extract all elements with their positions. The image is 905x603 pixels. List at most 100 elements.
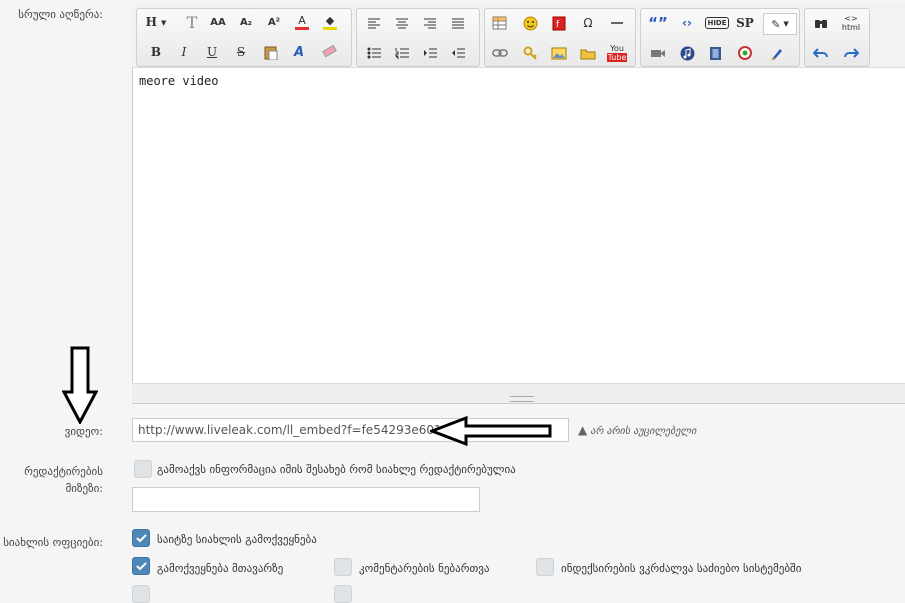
align-right-icon — [424, 18, 436, 29]
subscript-button[interactable]: A₂ — [235, 12, 257, 32]
edit-dropdown-button[interactable]: ✎ ▼ — [763, 13, 797, 35]
eraser-icon — [322, 45, 337, 58]
horizontal-line-icon — [611, 22, 623, 24]
reason-label-line2: მიზეზი: — [65, 482, 103, 495]
toolbar-group-format: H ▼ T AA A₂ A² A ◆ B I U S A — [136, 8, 352, 67]
unlink-button[interactable] — [519, 43, 541, 63]
italic-button[interactable]: I — [173, 42, 195, 62]
resize-grip-icon — [510, 396, 534, 402]
brush-button[interactable] — [765, 43, 787, 63]
strikethrough-button[interactable]: S — [230, 42, 252, 62]
toolbar-group-insert: f Ω You Tube — [484, 8, 636, 67]
table-icon — [492, 16, 507, 30]
code-button[interactable]: ‹› — [676, 13, 698, 33]
video-hint: ▲ არ არის აუცილებელი — [578, 423, 697, 437]
film-button[interactable] — [704, 43, 726, 63]
align-justify-icon — [452, 18, 464, 29]
align-left-icon — [368, 18, 380, 29]
font-size-button[interactable]: AA — [207, 12, 229, 32]
undo-button[interactable] — [810, 43, 832, 63]
option-checkbox-publish[interactable] — [132, 529, 150, 547]
font-color-icon: A — [298, 14, 306, 27]
option-checkbox-extra-1[interactable] — [132, 585, 150, 603]
bold-button[interactable]: B — [145, 42, 167, 62]
font-color-button[interactable]: A — [291, 12, 313, 32]
indent-button[interactable] — [419, 43, 441, 63]
editor-content-area[interactable]: meore video — [132, 68, 905, 383]
align-justify-button[interactable] — [447, 13, 469, 33]
spoiler-button[interactable]: SP — [734, 13, 756, 33]
align-center-icon — [396, 18, 408, 29]
toolbar-group-bbcode: “” ‹› HIDE SP ✎ ▼ — [640, 8, 800, 67]
heading-button[interactable]: H ▼ — [141, 12, 171, 32]
reason-checkbox[interactable] — [134, 460, 152, 478]
option-checkbox-extra-2[interactable] — [334, 585, 352, 603]
reason-label-line1: რედაქტირების — [24, 465, 103, 478]
paint-bucket-icon: ◆ — [325, 14, 335, 27]
binoculars-icon — [815, 20, 827, 28]
clipboard-icon — [264, 46, 278, 60]
video-label: ვიდეო: — [64, 425, 103, 438]
table-button[interactable] — [489, 13, 511, 33]
redo-button[interactable] — [840, 43, 862, 63]
reason-checkbox-label: გამოაქვს ინფორმაცია იმის შესახებ რომ სია… — [157, 463, 516, 476]
outdent-button[interactable] — [447, 43, 469, 63]
source-icon: <> — [844, 13, 858, 23]
audio-button[interactable] — [676, 43, 698, 63]
special-char-button[interactable]: Ω — [577, 13, 599, 33]
youtube-button[interactable]: You Tube — [605, 42, 629, 64]
toolbar-group-align — [356, 8, 480, 67]
video-camera-icon — [651, 50, 665, 57]
horizontal-rule-button[interactable] — [606, 13, 628, 33]
image-button[interactable] — [548, 43, 570, 63]
chevron-down-icon: ▼ — [160, 17, 167, 27]
brush-icon — [770, 48, 782, 60]
editor-text: meore video — [139, 74, 219, 88]
option-label-publish: საიტზე სიახლის გამოქვეყნება — [157, 533, 317, 546]
align-left-button[interactable] — [363, 13, 385, 33]
link-icon — [492, 49, 508, 57]
flash-button[interactable]: f — [548, 13, 570, 33]
numbered-list-button[interactable] — [391, 43, 413, 63]
chevron-down-icon: ▼ — [783, 20, 789, 28]
reason-input[interactable] — [132, 487, 480, 512]
underline-button[interactable]: U — [201, 42, 223, 62]
code-icon: ‹› — [682, 16, 692, 30]
toolbar-group-misc: <> html — [804, 8, 870, 67]
option-label-noindex: ინდექსირების ვკრძალვა საძიებო სისტემებში — [561, 562, 802, 575]
paste-button[interactable] — [260, 42, 282, 62]
option-label-comments: კომენტარების ნებართვა — [359, 562, 490, 575]
video-button[interactable] — [647, 43, 669, 63]
option-checkbox-comments[interactable] — [334, 558, 352, 576]
media-player-button[interactable] — [734, 43, 756, 63]
option-label-main: გამოქვეყნება მთავარზე — [157, 562, 284, 575]
folder-button[interactable] — [577, 43, 599, 63]
checkmark-icon — [136, 534, 147, 543]
flash-icon: f — [552, 16, 566, 30]
hide-button[interactable]: HIDE — [704, 13, 730, 33]
html-source-button[interactable]: <> html — [840, 13, 862, 33]
annotation-left-arrow-icon — [430, 415, 552, 447]
folder-icon — [580, 49, 596, 59]
editor-resize-handle[interactable] — [132, 383, 905, 404]
checkmark-icon — [136, 562, 147, 571]
key-icon — [523, 46, 537, 60]
content-label: სრული აღწერა: — [18, 8, 103, 21]
align-center-button[interactable] — [391, 13, 413, 33]
superscript-button[interactable]: A² — [263, 12, 285, 32]
clear-format-button[interactable]: T — [181, 12, 203, 32]
quote-button[interactable]: “” — [647, 13, 669, 33]
pen-icon: ✎ — [771, 17, 781, 31]
annotation-down-arrow-icon — [62, 346, 98, 424]
fill-color-button[interactable]: ◆ — [319, 12, 341, 32]
eraser-button[interactable] — [318, 42, 340, 62]
bullet-list-button[interactable] — [363, 43, 385, 63]
option-checkbox-main[interactable] — [132, 557, 150, 575]
option-checkbox-noindex[interactable] — [536, 558, 554, 576]
smiley-icon — [523, 16, 537, 30]
link-button[interactable] — [489, 43, 511, 63]
smiley-button[interactable] — [519, 13, 541, 33]
paste-word-button[interactable]: A — [288, 42, 310, 62]
align-right-button[interactable] — [419, 13, 441, 33]
find-button[interactable] — [810, 13, 832, 33]
